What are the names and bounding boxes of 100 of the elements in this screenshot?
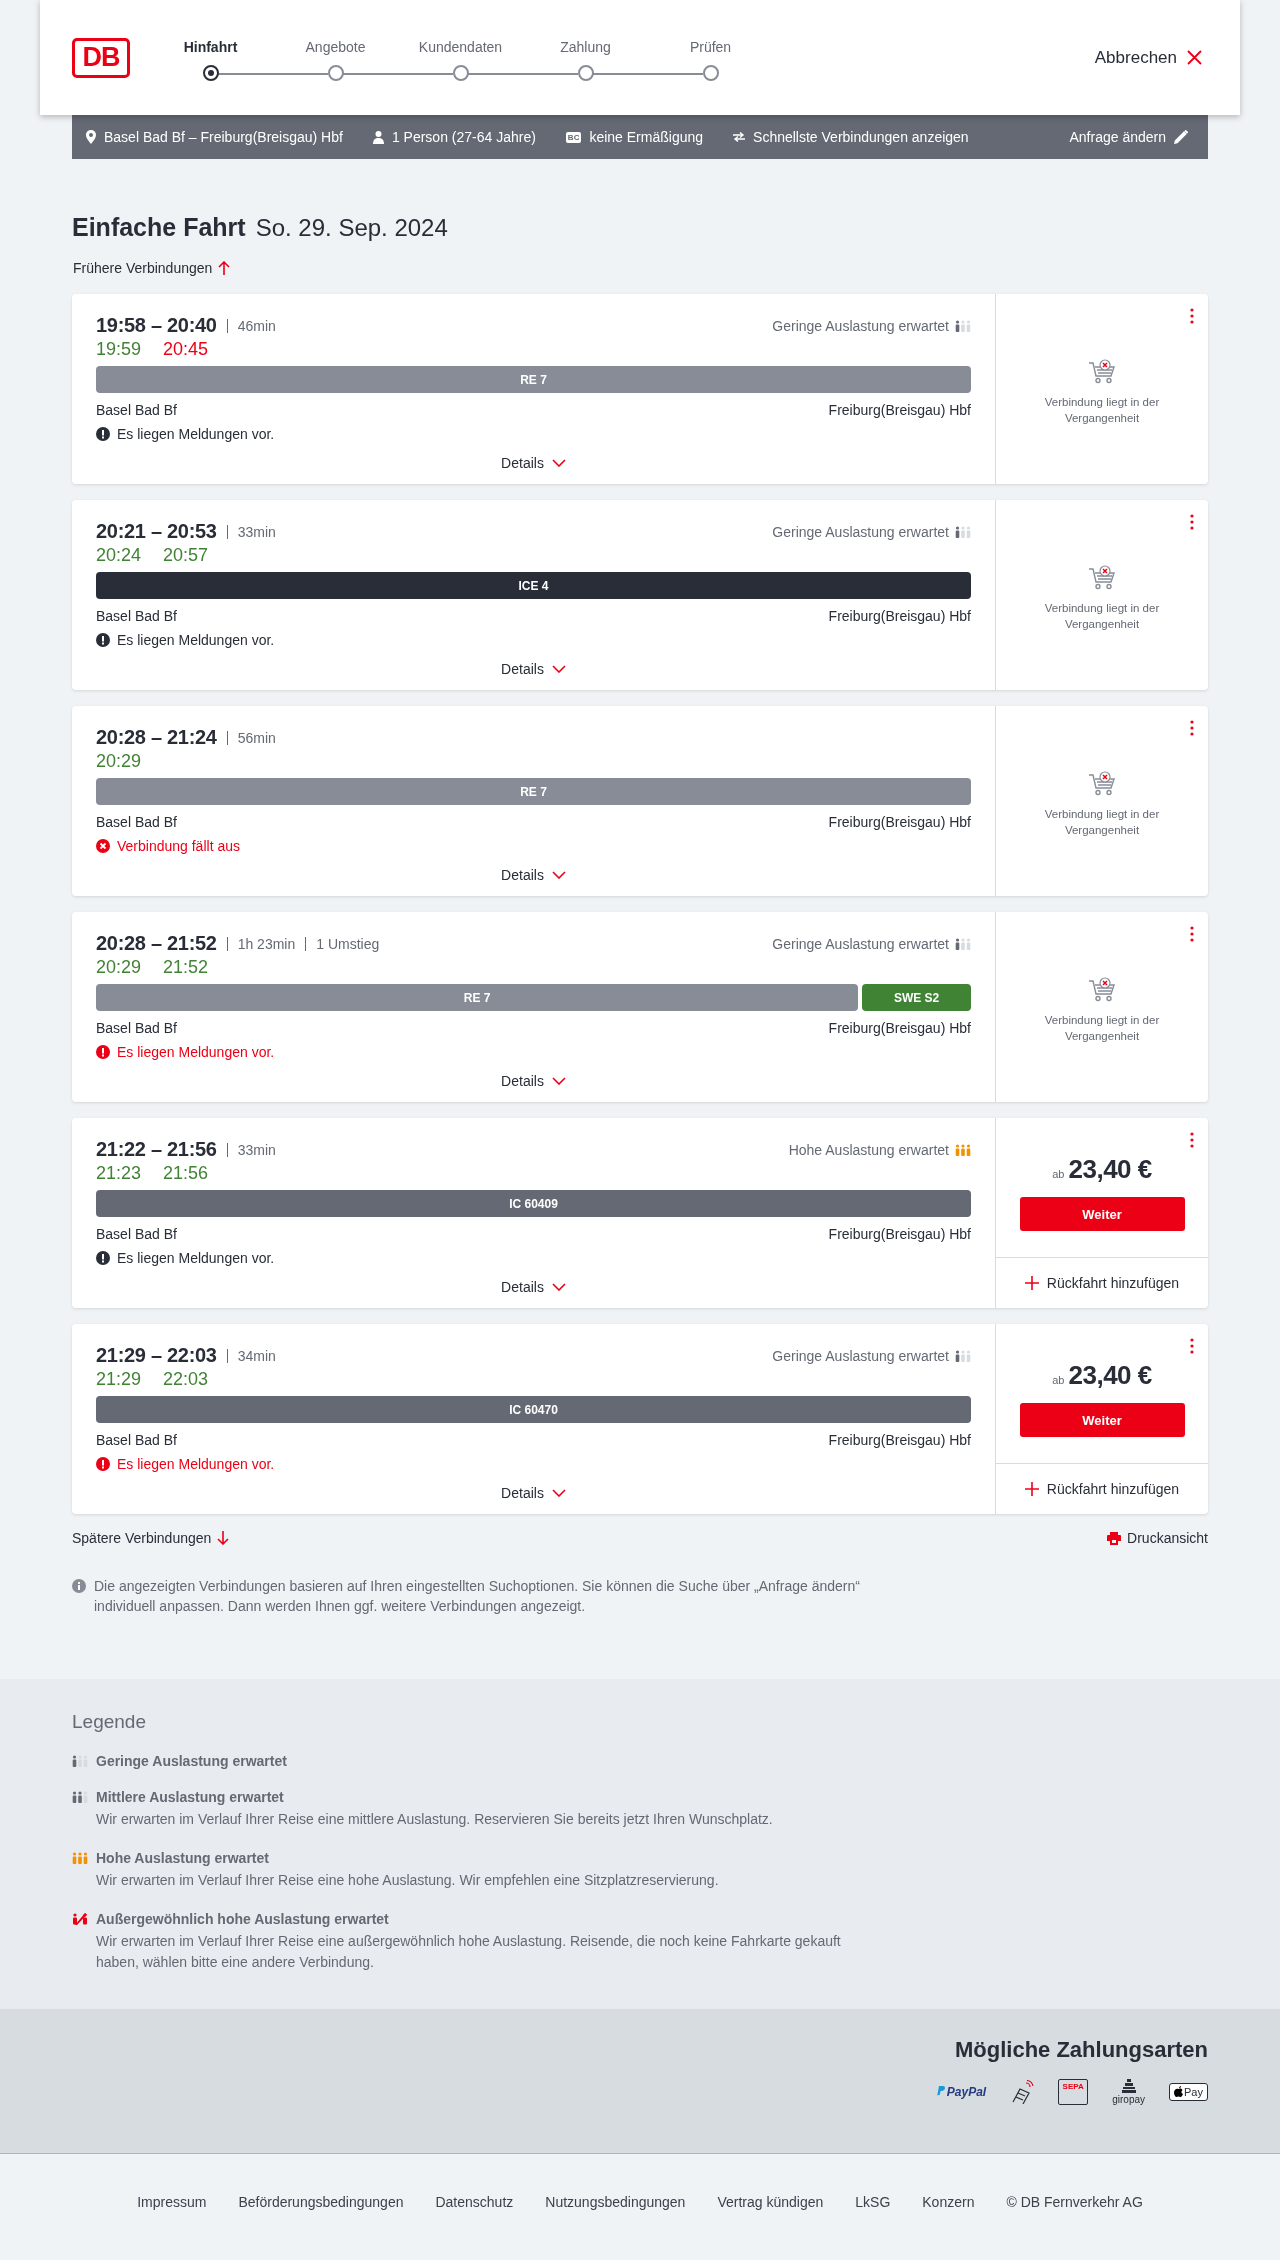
legend-item-title: Geringe Auslastung erwartet bbox=[96, 1752, 288, 1769]
step-label[interactable]: Angebote bbox=[305, 38, 366, 55]
more-icon[interactable] bbox=[1190, 926, 1194, 942]
message-text: Es liegen Meldungen vor. bbox=[117, 426, 275, 442]
footer-link[interactable]: LkSG bbox=[855, 2193, 891, 2210]
details-button[interactable]: Details bbox=[495, 1072, 572, 1090]
more-icon[interactable] bbox=[1190, 720, 1194, 736]
cart-icon bbox=[1088, 771, 1116, 798]
price-prefix: ab bbox=[1052, 1374, 1065, 1386]
chevron-down-icon bbox=[551, 871, 566, 879]
departure-station: Basel Bad Bf bbox=[96, 814, 177, 830]
legend-item-title: Hohe Auslastung erwartet bbox=[96, 1849, 270, 1866]
realtime-time: 21:29 bbox=[96, 1369, 141, 1390]
connection-info: 56min bbox=[237, 729, 276, 746]
realtime-time: 20:29 bbox=[96, 751, 141, 772]
train-segment[interactable]: IC 60470 bbox=[96, 1396, 971, 1423]
legend-title: Legende bbox=[72, 1710, 147, 1733]
person-icon bbox=[372, 130, 384, 144]
payment-heading: Mögliche Zahlungsarten bbox=[954, 2036, 1208, 2063]
realtime-time: 20:29 bbox=[96, 957, 141, 978]
step-label[interactable]: Prüfen bbox=[689, 38, 732, 55]
arrival-station: Freiburg(Breisgau) Hbf bbox=[828, 608, 971, 624]
more-icon[interactable] bbox=[1190, 308, 1194, 324]
details-button[interactable]: Details bbox=[495, 1484, 572, 1502]
legend-item-text: Wir erwarten im Verlauf Ihrer Reise eine hohe Auslastung. Wir empfehlen eine Sitzplatzreservierung. bbox=[96, 1870, 720, 1890]
connection-info: 33min bbox=[237, 523, 276, 540]
step-label[interactable]: Kundendaten bbox=[418, 38, 503, 55]
footer-link[interactable]: Konzern bbox=[922, 2193, 975, 2210]
footer-link[interactable]: Datenschutz bbox=[435, 2193, 514, 2210]
details-button[interactable]: Details bbox=[495, 454, 572, 472]
footer-link[interactable]: Vertrag kündigen bbox=[717, 2193, 824, 2210]
arrival-station: Freiburg(Breisgau) Hbf bbox=[828, 1226, 971, 1242]
train-segment[interactable]: SWE S2 bbox=[862, 984, 971, 1011]
realtime-time: 19:59 bbox=[96, 339, 141, 360]
print-view-link[interactable]: Druckansicht bbox=[1107, 1530, 1208, 1546]
message-text: Verbindung fällt aus bbox=[117, 838, 240, 854]
more-icon[interactable] bbox=[1190, 514, 1194, 530]
footer-link[interactable]: Nutzungsbedingungen bbox=[545, 2193, 686, 2210]
train-segment[interactable]: ICE 4 bbox=[96, 572, 971, 599]
cart-icon bbox=[1088, 977, 1116, 1004]
location-pin-icon bbox=[86, 130, 96, 144]
realtime-time: 20:45 bbox=[163, 339, 208, 360]
chevron-down-icon bbox=[551, 1489, 566, 1497]
notice-text: Die angezeigten Verbindungen basieren auf Ihren eingestellten Suchoptionen. Sie können die Suche über „Anfrage ändern“ individuell anpassen. Dann werden Ihnen ggf. weitere Verbindungen angezeigt. bbox=[94, 1577, 861, 1617]
occupancy-text: Geringe Auslastung erwartet bbox=[772, 935, 949, 952]
edit-request-button[interactable]: Anfrage ändern bbox=[1063, 128, 1194, 146]
occupancy-icon bbox=[72, 1754, 88, 1767]
arrival-station: Freiburg(Breisgau) Hbf bbox=[828, 814, 971, 830]
step-label[interactable]: Zahlung bbox=[560, 38, 611, 55]
occupancy-icon bbox=[955, 937, 971, 950]
add-return-button[interactable]: Rückfahrt hinzufügen bbox=[996, 1464, 1208, 1514]
footer-link[interactable]: © DB Fernverkehr AG bbox=[1006, 2193, 1143, 2210]
details-button[interactable]: Details bbox=[495, 1278, 572, 1296]
realtime-time: 21:52 bbox=[163, 957, 208, 978]
request-summary-text: keine Ermäßigung bbox=[589, 129, 704, 145]
legend-item-title: Mittlere Auslastung erwartet bbox=[96, 1788, 285, 1805]
footer-link[interactable]: Beförderungsbedingungen bbox=[238, 2193, 404, 2210]
price: 23,40 € bbox=[1068, 1360, 1152, 1391]
exclamation-icon bbox=[96, 1251, 110, 1265]
more-icon[interactable] bbox=[1190, 1338, 1194, 1354]
pencil-icon bbox=[1174, 130, 1188, 144]
message-text: Es liegen Meldungen vor. bbox=[117, 1250, 275, 1266]
logo[interactable]: DB bbox=[72, 37, 130, 78]
trip-type-heading: Einfache Fahrt bbox=[72, 213, 246, 242]
cancel-button[interactable]: Abbrechen bbox=[1088, 46, 1208, 69]
exclamation-icon bbox=[96, 1457, 110, 1471]
realtime-time: 20:57 bbox=[163, 545, 208, 566]
realtime-time: 21:23 bbox=[96, 1163, 141, 1184]
continue-button[interactable]: Weiter bbox=[1019, 1197, 1185, 1231]
close-icon bbox=[1187, 50, 1202, 65]
departure-station: Basel Bad Bf bbox=[96, 1020, 177, 1036]
add-return-button[interactable]: Rückfahrt hinzufügen bbox=[996, 1258, 1208, 1308]
footer-link[interactable]: Impressum bbox=[137, 2193, 207, 2210]
giropay-logo: giropay bbox=[1112, 2078, 1146, 2105]
chevron-down-icon bbox=[551, 459, 566, 467]
occupancy-text: Geringe Auslastung erwartet bbox=[772, 523, 949, 540]
paypal-logo: PayPal bbox=[935, 2084, 987, 2099]
details-button[interactable]: Details bbox=[495, 866, 572, 884]
arrival-station: Freiburg(Breisgau) Hbf bbox=[828, 402, 971, 418]
past-connection-text: Verbindung liegt in der Vergangenheit bbox=[1043, 601, 1161, 632]
legend-item-text: Wir erwarten im Verlauf Ihrer Reise eine mittlere Auslastung. Reservieren Sie bereits jetzt Ihren Wunschplatz. bbox=[96, 1809, 774, 1829]
later-connections-link[interactable]: Spätere Verbindungen bbox=[72, 1530, 230, 1546]
train-segment[interactable]: IC 60409 bbox=[96, 1190, 971, 1217]
step-label[interactable]: Hinfahrt bbox=[183, 38, 238, 55]
details-button[interactable]: Details bbox=[495, 660, 572, 678]
occupancy-icon bbox=[955, 1349, 971, 1362]
legend-item-text: Wir erwarten im Verlauf Ihrer Reise eine außergewöhnlich hohe Auslastung. Reisende, die noch keine Fahrkarte gekauft haben, wählen bitte eine andere Verbindung. bbox=[96, 1931, 842, 1972]
realtime-time: 20:24 bbox=[96, 545, 141, 566]
cart-icon bbox=[1088, 359, 1116, 386]
price: 23,40 € bbox=[1068, 1154, 1152, 1185]
occupancy-icon bbox=[72, 1851, 88, 1864]
earlier-connections-link[interactable]: Frühere Verbindungen bbox=[73, 260, 231, 276]
departure-station: Basel Bad Bf bbox=[96, 402, 177, 418]
continue-button[interactable]: Weiter bbox=[1019, 1403, 1185, 1437]
more-icon[interactable] bbox=[1190, 1132, 1194, 1148]
plus-icon bbox=[1024, 1276, 1039, 1290]
departure-station: Basel Bad Bf bbox=[96, 608, 177, 624]
connection-info: 1 Umstieg bbox=[316, 935, 380, 952]
connection-info: 46min bbox=[237, 317, 276, 334]
exclamation-icon bbox=[96, 633, 110, 647]
